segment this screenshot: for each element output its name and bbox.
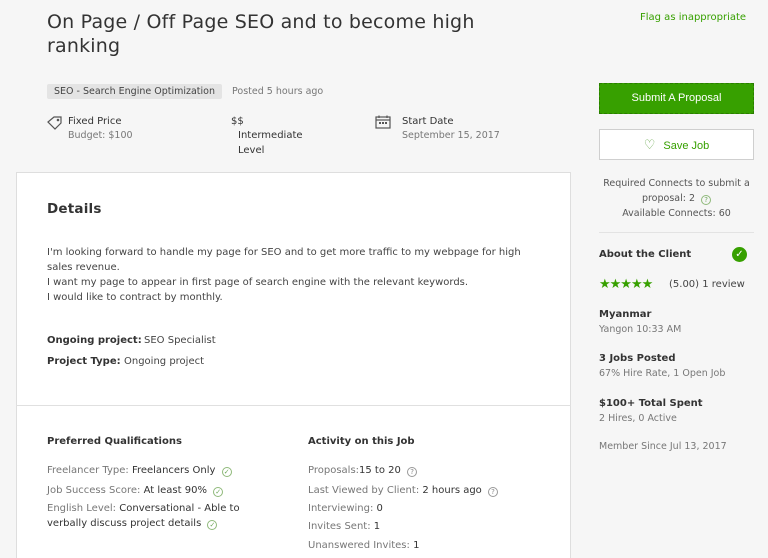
submit-proposal-button[interactable]: Submit A Proposal bbox=[599, 83, 754, 114]
job-title: On Page / Off Page SEO and to become hig… bbox=[47, 10, 567, 58]
interviewing: Interviewing: 0 bbox=[308, 503, 383, 514]
save-job-button[interactable]: ♡ Save Job bbox=[599, 129, 754, 160]
unanswered-invites-label: Unanswered Invites: bbox=[308, 540, 410, 551]
rating-text[interactable]: (5.00) 1 review bbox=[669, 279, 745, 290]
check-circle-icon: ✓ bbox=[213, 487, 224, 497]
client-total-spent: $100+ Total Spent bbox=[599, 398, 703, 409]
job-success-score-value: At least 90% bbox=[143, 485, 207, 496]
connects-required-text: proposal: 2 bbox=[641, 193, 696, 204]
freelancer-type: Freelancer Type: Freelancers Only ✓ bbox=[47, 465, 232, 477]
freelancer-type-label: Freelancer Type: bbox=[47, 465, 129, 476]
client-country: Myanmar bbox=[599, 309, 652, 320]
description-line: I would like to contract by monthly. bbox=[47, 292, 223, 303]
english-level-value-line-1: Conversational - Able to bbox=[119, 503, 240, 514]
save-job-label: Save Job bbox=[663, 140, 710, 152]
flag-inappropriate-link[interactable]: Flag as inappropriate bbox=[640, 12, 746, 23]
unanswered-invites-value: 1 bbox=[413, 540, 420, 551]
client-jobs-posted: 3 Jobs Posted bbox=[599, 353, 676, 364]
job-title-line-2: ranking bbox=[47, 35, 121, 57]
unanswered-invites: Unanswered Invites: 1 bbox=[308, 540, 419, 551]
experience-level-line-2: Level bbox=[238, 145, 265, 156]
description-line: sales revenue. bbox=[47, 262, 120, 273]
client-hires-active: 2 Hires, 0 Active bbox=[599, 413, 677, 424]
check-circle-icon: ✓ bbox=[207, 520, 218, 530]
tag-icon bbox=[47, 115, 63, 130]
invites-sent: Invites Sent: 1 bbox=[308, 521, 380, 532]
english-level: English Level: Conversational - Able to bbox=[47, 503, 240, 514]
connects-info: Required Connects to submit a proposal: … bbox=[599, 176, 754, 221]
check-circle-icon: ✓ bbox=[221, 467, 232, 477]
project-type-value: Ongoing project bbox=[124, 356, 205, 367]
description-line: I want my page to appear in first page o… bbox=[47, 277, 469, 288]
job-success-score-label: Job Success Score: bbox=[47, 485, 141, 496]
english-level-label: English Level: bbox=[47, 503, 117, 514]
last-viewed-label: Last Viewed by Client: bbox=[308, 485, 420, 496]
description-line: I'm looking forward to handle my page fo… bbox=[47, 247, 521, 258]
interviewing-value: 0 bbox=[376, 503, 383, 514]
job-success-score: Job Success Score: At least 90% ✓ bbox=[47, 485, 224, 497]
price-type: Fixed Price bbox=[68, 116, 122, 127]
connects-required-line-1: Required Connects to submit a bbox=[603, 178, 750, 189]
card-divider bbox=[16, 405, 571, 406]
freelancer-type-value: Freelancers Only bbox=[131, 465, 216, 476]
start-date-value: September 15, 2017 bbox=[402, 130, 500, 141]
calendar-icon bbox=[375, 114, 391, 129]
activity-heading: Activity on this Job bbox=[308, 436, 415, 447]
english-level-continued: verbally discuss project details ✓ bbox=[47, 518, 218, 530]
connects-available: Available Connects: 60 bbox=[622, 208, 731, 219]
start-date-label: Start Date bbox=[402, 116, 454, 127]
experience-level-symbol: $$ bbox=[231, 116, 244, 127]
posted-time: Posted 5 hours ago bbox=[232, 86, 324, 97]
ongoing-project-value: SEO Specialist bbox=[144, 335, 216, 346]
job-title-line-1: On Page / Off Page SEO and to become hig… bbox=[47, 11, 475, 33]
proposals-value: 15 to 20 bbox=[359, 465, 401, 476]
client-member-since: Member Since Jul 13, 2017 bbox=[599, 441, 727, 452]
question-circle-icon[interactable]: ? bbox=[488, 487, 498, 497]
preferred-qualifications-heading: Preferred Qualifications bbox=[47, 436, 182, 447]
question-circle-icon[interactable]: ? bbox=[407, 467, 418, 477]
sidebar-divider bbox=[599, 232, 754, 233]
check-circle-icon: ✓ bbox=[732, 247, 747, 262]
client-hire-rate: 67% Hire Rate, 1 Open Job bbox=[599, 368, 726, 379]
connects-required-line-2: proposal: 2 ? bbox=[599, 191, 754, 206]
category-badge[interactable]: SEO - Search Engine Optimization bbox=[47, 84, 222, 99]
last-viewed-value: 2 hours ago bbox=[422, 485, 482, 496]
project-type-label: Project Type: bbox=[47, 356, 121, 367]
ongoing-project-label: Ongoing project: bbox=[47, 335, 142, 346]
proposals-label: Proposals: bbox=[308, 465, 360, 476]
proposals-count: Proposals:15 to 20 ? bbox=[308, 465, 418, 477]
details-heading: Details bbox=[47, 201, 102, 217]
about-client-heading: About the Client bbox=[599, 249, 692, 260]
english-level-value-line-2: verbally discuss project details bbox=[47, 518, 202, 529]
rating-stars: ★★★★★ bbox=[599, 277, 653, 292]
invites-sent-value: 1 bbox=[373, 521, 381, 532]
budget: Budget: $100 bbox=[68, 130, 133, 141]
question-circle-icon[interactable]: ? bbox=[701, 195, 712, 205]
interviewing-label: Interviewing: bbox=[308, 503, 374, 514]
last-viewed: Last Viewed by Client: 2 hours ago ? bbox=[308, 485, 498, 497]
client-city-time: Yangon 10:33 AM bbox=[599, 324, 682, 335]
invites-sent-label: Invites Sent: bbox=[308, 521, 371, 532]
heart-icon: ♡ bbox=[643, 137, 656, 152]
experience-level-line-1: Intermediate bbox=[238, 130, 303, 141]
